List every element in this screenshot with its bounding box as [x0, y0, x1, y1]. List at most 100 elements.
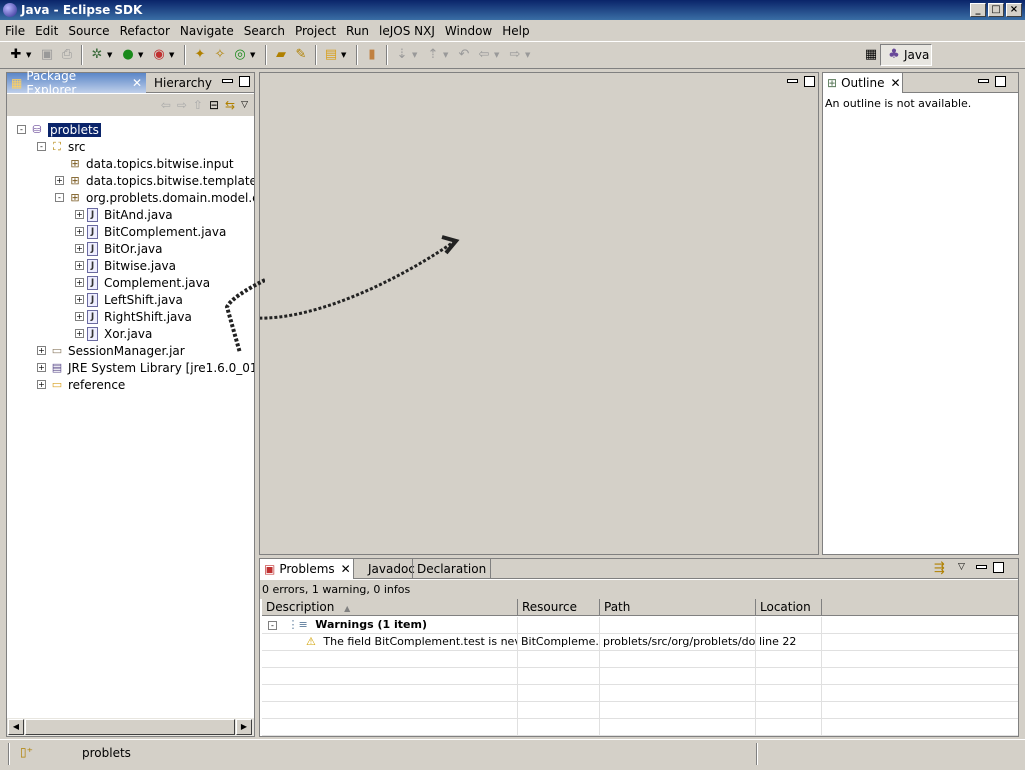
- expand-icon[interactable]: +: [75, 329, 84, 338]
- tab-hierarchy[interactable]: Hierarchy: [150, 73, 216, 93]
- column-header-path[interactable]: Path: [600, 599, 756, 616]
- collapse-icon[interactable]: -: [37, 142, 46, 151]
- fast-view-icon[interactable]: ▯⁺: [20, 745, 33, 759]
- expand-icon[interactable]: +: [75, 261, 84, 270]
- tree-item[interactable]: + J LeftShift.java: [75, 291, 183, 308]
- debug-icon[interactable]: ✲: [89, 47, 105, 63]
- minimize-button[interactable]: _: [970, 3, 986, 17]
- print-icon[interactable]: ⎙: [59, 47, 75, 63]
- menu-run[interactable]: Run: [341, 22, 374, 40]
- scroll-thumb[interactable]: [25, 719, 235, 735]
- tree-item[interactable]: + ⊞ data.topics.bitwise.templates: [55, 172, 254, 189]
- scroll-right-button[interactable]: ▶: [236, 719, 252, 735]
- expand-icon[interactable]: +: [75, 278, 84, 287]
- save-icon[interactable]: ▣: [39, 47, 55, 63]
- maximize-view-button[interactable]: [993, 562, 1004, 573]
- run-dropdown-icon[interactable]: ▼: [138, 51, 145, 59]
- minimize-view-button[interactable]: [222, 79, 233, 83]
- search-icon[interactable]: ▤: [323, 47, 339, 63]
- run-icon[interactable]: ●: [120, 47, 136, 63]
- tab-outline[interactable]: ⊞ Outline ✕: [823, 73, 903, 93]
- tree-item[interactable]: + J Complement.java: [75, 274, 210, 291]
- maximize-button[interactable]: □: [988, 3, 1004, 17]
- open-task-icon[interactable]: ✎: [293, 47, 309, 63]
- expand-icon[interactable]: +: [37, 346, 46, 355]
- new-java-project-icon[interactable]: ✦: [192, 47, 208, 63]
- new-icon[interactable]: ✚: [8, 47, 24, 63]
- menu-refactor[interactable]: Refactor: [115, 22, 175, 40]
- menu-source[interactable]: Source: [63, 22, 114, 40]
- tab-problems[interactable]: ▣ Problems ✕: [260, 559, 354, 579]
- tree-item[interactable]: - ⛁ problets: [17, 121, 101, 138]
- expand-icon[interactable]: +: [75, 244, 84, 253]
- tree-item[interactable]: + ▭ SessionManager.jar: [37, 342, 185, 359]
- minimize-view-button[interactable]: [976, 565, 987, 569]
- expand-icon[interactable]: +: [37, 363, 46, 372]
- tree-item[interactable]: + J Xor.java: [75, 325, 152, 342]
- back-icon[interactable]: ⇦: [161, 98, 171, 112]
- next-annotation-dropdown-icon[interactable]: ▼: [412, 51, 419, 59]
- menu-navigate[interactable]: Navigate: [175, 22, 239, 40]
- expand-icon[interactable]: +: [75, 227, 84, 236]
- previous-annotation-dropdown-icon[interactable]: ▼: [443, 51, 450, 59]
- table-row-group[interactable]: - ⋮≡ Warnings (1 item): [262, 617, 1018, 634]
- up-icon[interactable]: ⇧: [193, 98, 203, 112]
- filter-icon[interactable]: ⇶: [934, 561, 945, 576]
- expand-icon[interactable]: +: [75, 210, 84, 219]
- tree-item[interactable]: + J Bitwise.java: [75, 257, 176, 274]
- forward-icon[interactable]: ⇨: [507, 47, 523, 63]
- column-header-location[interactable]: Location: [756, 599, 822, 616]
- last-edit-icon[interactable]: ↶: [456, 47, 472, 63]
- collapse-icon[interactable]: -: [55, 193, 64, 202]
- new-dropdown-icon[interactable]: ▼: [26, 51, 33, 59]
- close-icon[interactable]: ✕: [341, 562, 351, 576]
- tree-item[interactable]: + J BitAnd.java: [75, 206, 173, 223]
- debug-dropdown-icon[interactable]: ▼: [107, 51, 114, 59]
- tree-item[interactable]: -⊞ org.problets.domain.model.expres: [55, 189, 254, 206]
- expand-icon[interactable]: +: [75, 312, 84, 321]
- minimize-view-button[interactable]: [978, 79, 989, 83]
- column-header-resource[interactable]: Resource: [518, 599, 600, 616]
- toggle-mark-icon[interactable]: ▮: [364, 47, 380, 63]
- tab-package-explorer[interactable]: ▦ Package Explorer ✕: [7, 69, 146, 97]
- forward-dropdown-icon[interactable]: ▼: [525, 51, 532, 59]
- new-package-icon[interactable]: ✧: [212, 47, 228, 63]
- maximize-view-button[interactable]: [239, 76, 250, 87]
- menu-project[interactable]: Project: [290, 22, 341, 40]
- new-class-dropdown-icon[interactable]: ▼: [250, 51, 257, 59]
- open-perspective-icon[interactable]: ▦: [863, 47, 879, 63]
- back-dropdown-icon[interactable]: ▼: [494, 51, 501, 59]
- external-tools-dropdown-icon[interactable]: ▼: [169, 51, 176, 59]
- close-button[interactable]: ×: [1006, 3, 1022, 17]
- column-header-description[interactable]: Description ▲: [262, 599, 518, 616]
- view-menu-icon[interactable]: ▽: [241, 100, 248, 110]
- tab-javadoc[interactable]: Javadoc: [364, 559, 419, 579]
- tab-declaration[interactable]: Declaration: [412, 559, 492, 579]
- open-type-icon[interactable]: ▰: [273, 47, 289, 63]
- table-row[interactable]: ⚠ The field BitComplement.test is never …: [262, 634, 1018, 651]
- new-class-icon[interactable]: ◎: [232, 47, 248, 63]
- collapse-icon[interactable]: -: [17, 125, 26, 134]
- menu-edit[interactable]: Edit: [30, 22, 63, 40]
- forward-icon[interactable]: ⇨: [177, 98, 187, 112]
- menu-help[interactable]: Help: [497, 22, 534, 40]
- view-menu-icon[interactable]: ▽: [958, 562, 965, 572]
- collapse-all-icon[interactable]: ⊟: [209, 98, 219, 112]
- close-icon[interactable]: ✕: [890, 76, 900, 90]
- menu-search[interactable]: Search: [239, 22, 290, 40]
- horizontal-scrollbar[interactable]: ◀ ▶: [7, 718, 254, 736]
- menu-lejos-nxj[interactable]: leJOS NXJ: [374, 22, 440, 40]
- scroll-left-button[interactable]: ◀: [8, 719, 24, 735]
- next-annotation-icon[interactable]: ⇣: [394, 47, 410, 63]
- external-tools-icon[interactable]: ◉: [151, 47, 167, 63]
- perspective-java-button[interactable]: ♣ Java: [880, 44, 932, 66]
- link-with-editor-icon[interactable]: ⇆: [225, 98, 235, 112]
- maximize-view-button[interactable]: [995, 76, 1006, 87]
- tree-item[interactable]: + J BitComplement.java: [75, 223, 226, 240]
- close-icon[interactable]: ✕: [132, 76, 142, 90]
- previous-annotation-icon[interactable]: ⇡: [425, 47, 441, 63]
- tree-item[interactable]: + J BitOr.java: [75, 240, 163, 257]
- search-dropdown-icon[interactable]: ▼: [341, 51, 348, 59]
- tree-item[interactable]: - ⛶ src: [37, 138, 86, 155]
- menu-file[interactable]: File: [0, 22, 30, 40]
